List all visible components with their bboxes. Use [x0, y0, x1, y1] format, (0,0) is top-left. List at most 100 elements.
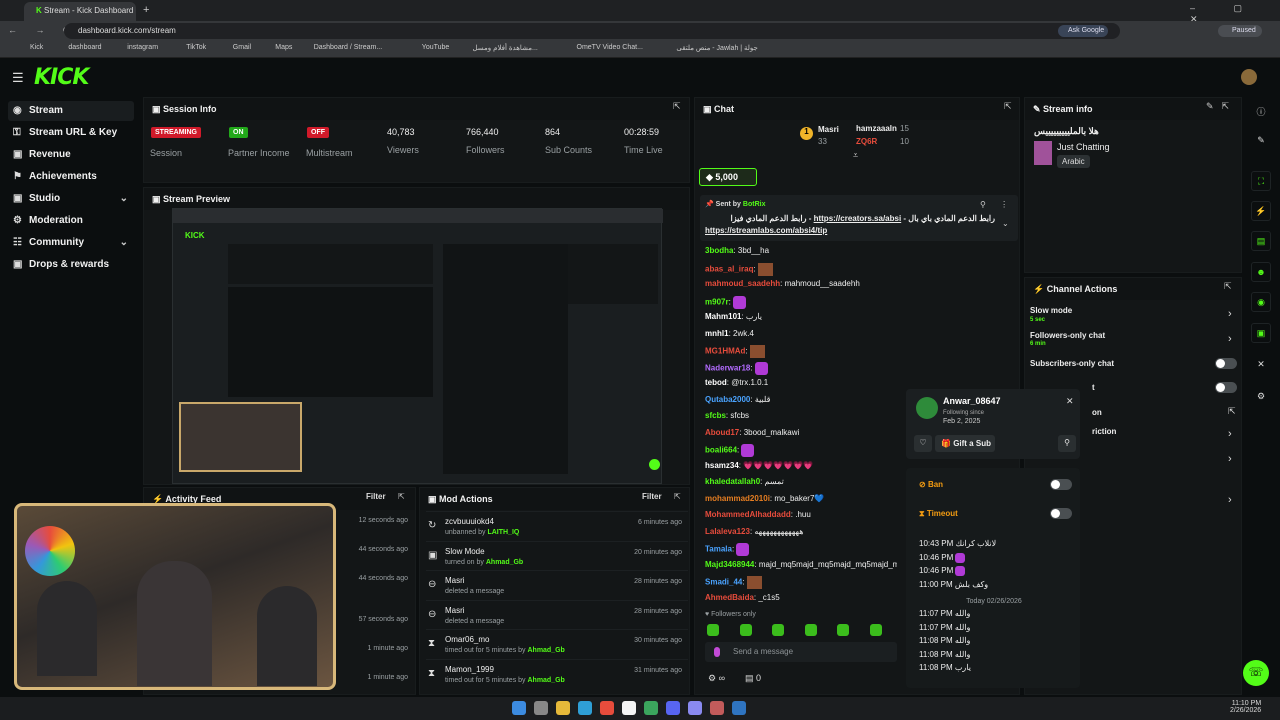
rail-tool-icon[interactable]: ⚙	[1251, 387, 1271, 407]
leader1-name[interactable]: Masri	[818, 125, 839, 134]
quick-emote-icon[interactable]	[739, 624, 752, 636]
bookmark-item[interactable]: Gmail	[233, 44, 251, 51]
activity-filter-button[interactable]: Filter	[366, 492, 386, 501]
leader3-name[interactable]: ZQ6R	[856, 137, 877, 146]
mod-action-row[interactable]: ⧗ Omar06_mo timed out for 5 minutes by Ahm…	[426, 629, 688, 658]
taskbar-app-icon[interactable]	[578, 701, 592, 715]
chat-username[interactable]: khaledatallah0	[705, 477, 760, 486]
taskbar-app-icon[interactable]	[644, 701, 658, 715]
sidebar-item-studio[interactable]: ▣ Studio ⌄	[8, 189, 134, 209]
close-icon[interactable]: ✕	[1066, 396, 1074, 407]
chat-username[interactable]: MohammedAlhaddadd	[705, 510, 791, 519]
taskbar-app-icon[interactable]	[600, 701, 614, 715]
heart-icon[interactable]: ♡	[914, 435, 932, 452]
bookmark-item[interactable]: Kick	[30, 44, 43, 51]
followers-only-chat-label[interactable]: Followers-only chat	[1030, 331, 1105, 340]
bookmark-item[interactable]: مشاهدة أفلام ومسل...	[473, 44, 538, 52]
rail-tool-icon[interactable]: ✎	[1251, 131, 1271, 151]
external-link-icon[interactable]: ⇱	[1228, 406, 1236, 417]
taskbar-app-icon[interactable]	[732, 701, 746, 715]
chat-message[interactable]: m907r:	[705, 295, 897, 309]
chat-username[interactable]: Naderwar18	[705, 363, 750, 372]
chevron-right-icon[interactable]: ›	[1228, 453, 1232, 465]
chat-message[interactable]: tebod: @trx.1.0.1	[705, 378, 897, 387]
timeout-toggle[interactable]	[1050, 508, 1072, 519]
quick-emote-icon[interactable]	[869, 624, 882, 636]
slow-mode-label[interactable]: Slow mode	[1030, 306, 1072, 315]
pin-collapse-icon[interactable]: ⌄	[1002, 219, 1009, 228]
category-name[interactable]: Just Chatting	[1057, 142, 1110, 152]
chat-message[interactable]: Aboud17: 3bood_malkawi	[705, 428, 897, 437]
chat-message[interactable]: Lalaleva123: ههههههههههههه	[705, 527, 897, 536]
chat-message[interactable]: abas_al_iraq:	[705, 262, 897, 276]
chat-username[interactable]: Mahm101	[705, 312, 741, 321]
bookmark-item[interactable]: Maps	[275, 44, 292, 51]
rail-tool-icon[interactable]: ⛶	[1251, 171, 1271, 191]
chat-username[interactable]: Lalaleva123	[705, 527, 750, 536]
taskbar-app-icon[interactable]	[534, 701, 548, 715]
chat-message[interactable]: Majd3468944: majd_mq5majd_mq5majd_mq5maj…	[705, 560, 897, 569]
chat-username[interactable]: sfcbs	[705, 411, 726, 420]
rail-tool-icon[interactable]: ☻	[1251, 262, 1271, 282]
chat-username[interactable]: Majd3468944	[705, 560, 754, 569]
chevron-right-icon[interactable]: ›	[1228, 494, 1232, 506]
mod-action-row[interactable]: ⊖ Masri deleted a message 28 minutes ago	[426, 599, 688, 629]
sidebar-item-moderation[interactable]: ⚙ Moderation	[8, 211, 134, 231]
activity-expand-icon[interactable]: ⇱	[398, 492, 405, 501]
avatar[interactable]	[1241, 69, 1257, 85]
edit-icon[interactable]: ✎⇱	[1206, 101, 1237, 112]
taskbar-app-icon[interactable]	[710, 701, 724, 715]
chat-message[interactable]: Qutaba2000: قلبية	[705, 395, 897, 404]
chat-username[interactable]: boali664	[705, 446, 737, 455]
taskbar-app-icon[interactable]	[556, 701, 570, 715]
chat-message[interactable]: MG1HMAd:	[705, 345, 897, 358]
chat-message[interactable]: mohammad2010i: mo_baker7💙	[705, 494, 897, 503]
user-card-name[interactable]: Anwar_08647	[943, 396, 1001, 406]
chat-username[interactable]: AhmedBaida	[705, 593, 754, 602]
chat-username[interactable]: Tamala	[705, 545, 732, 554]
pinned-link-1[interactable]: https://creators.sa/absi	[814, 214, 902, 223]
user-options-icon[interactable]: ⚲	[1058, 435, 1076, 452]
mod-action-row[interactable]: ▣ Slow Mode turned on by Ahmad_Gb 20 minute…	[426, 540, 688, 570]
chevron-right-icon[interactable]: ›	[1228, 428, 1232, 440]
gift-sub-button[interactable]: 🎁 Gift a Sub	[935, 435, 995, 452]
bookmark-item[interactable]: instagram	[127, 44, 158, 51]
chat-message[interactable]: Tamala:	[705, 543, 897, 556]
rail-tool-icon[interactable]: ⓘ	[1251, 101, 1271, 121]
chat-username[interactable]: MG1HMAd	[705, 347, 745, 356]
mod-action-row[interactable]: ⊖ Masri deleted a message 28 minutes ago	[426, 570, 688, 599]
chat-message[interactable]: khaledatallah0: تمسم	[705, 477, 897, 486]
chat-input[interactable]: Send a message	[705, 642, 897, 662]
subscribers-only-toggle[interactable]	[1215, 358, 1237, 369]
taskbar-app-icon[interactable]	[688, 701, 702, 715]
taskbar-app-icon[interactable]	[622, 701, 636, 715]
chevron-right-icon[interactable]: ›	[1228, 308, 1232, 320]
chevron-down-icon[interactable]: ⌄	[120, 193, 128, 204]
chat-message[interactable]: Mahm101: يارب	[705, 312, 897, 321]
quick-emote-icon[interactable]	[837, 624, 849, 636]
chat-username[interactable]: Aboud17	[705, 428, 739, 437]
taskbar-app-icon[interactable]	[666, 701, 680, 715]
rail-tool-icon[interactable]: ▣	[1251, 323, 1271, 343]
pin-options-icon[interactable]: ⚲ ⋮	[980, 200, 1014, 209]
chat-message[interactable]: mahmoud_saadehh: mahmoud__saadehh	[705, 279, 897, 288]
channel-actions-expand-icon[interactable]: ⇱	[1224, 281, 1232, 292]
chevron-down-icon[interactable]: ⩡	[853, 150, 858, 161]
pinned-link-2[interactable]: https://streamlabs.com/absi4/tip	[705, 226, 827, 235]
chat-message[interactable]: boali664:	[705, 444, 897, 457]
chat-message[interactable]: sfcbs: sfcbs	[705, 411, 897, 420]
sidebar-item-community[interactable]: ☷ Community ⌄	[8, 233, 134, 253]
sidebar-item-stream[interactable]: ◉ Stream	[8, 101, 134, 121]
chat-username[interactable]: mohammad2010i	[705, 494, 770, 503]
ban-toggle[interactable]	[1050, 479, 1072, 490]
kicks-goal-badge[interactable]: ◆ 5,000	[699, 168, 757, 186]
new-tab-button[interactable]: +	[143, 4, 149, 16]
chat-message[interactable]: Naderwar18:	[705, 361, 897, 375]
chevron-down-icon[interactable]: ⌄	[120, 237, 128, 248]
bookmark-item[interactable]: منص ملتقى - Jawlah | جولة	[676, 44, 758, 52]
expand-icon[interactable]: ⇱	[673, 101, 681, 112]
chat-settings-icon[interactable]: ⚙ ∞	[708, 673, 725, 684]
chevron-right-icon[interactable]: ›	[1228, 333, 1232, 345]
chat-username[interactable]: abas_al_iraq	[705, 264, 753, 273]
chat-username[interactable]: mnhl1	[705, 329, 729, 338]
